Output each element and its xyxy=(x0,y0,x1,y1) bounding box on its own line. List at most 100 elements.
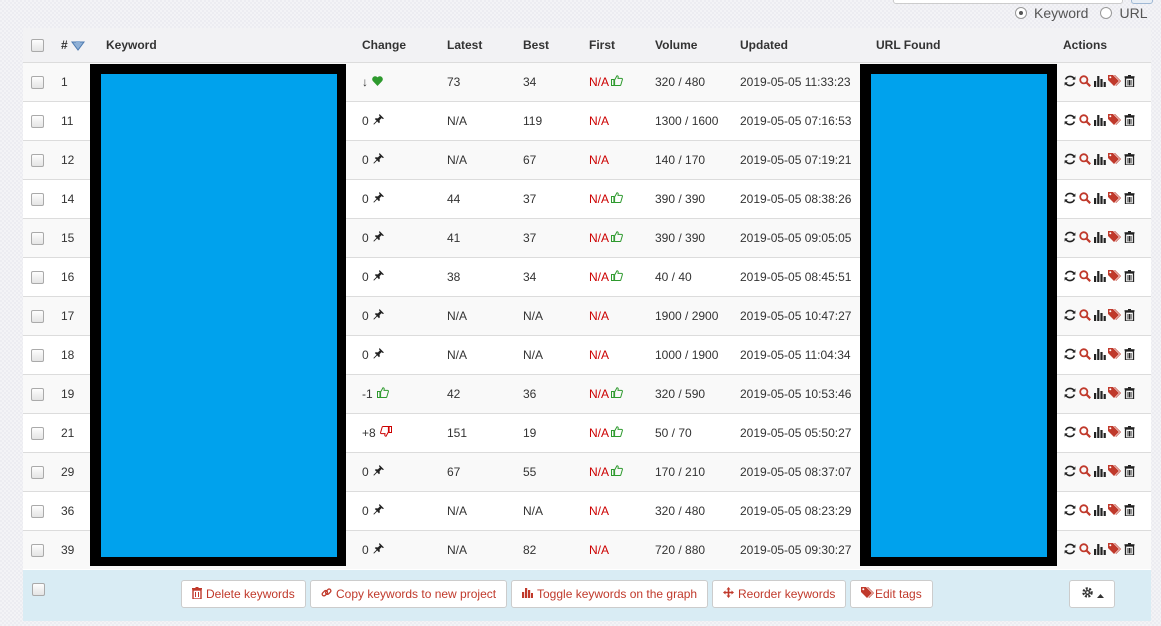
settings-dropdown-button[interactable] xyxy=(1069,580,1115,608)
search-icon[interactable] xyxy=(1078,425,1091,441)
radio-keyword-circle[interactable] xyxy=(1015,7,1027,19)
top-search-input[interactable] xyxy=(893,0,1123,4)
header-first[interactable]: First xyxy=(589,28,655,63)
tag-icon[interactable] xyxy=(1108,113,1121,129)
trash-icon[interactable] xyxy=(1123,425,1136,441)
header-num[interactable]: # xyxy=(53,28,106,63)
search-icon[interactable] xyxy=(1078,74,1091,90)
refresh-icon[interactable] xyxy=(1063,348,1076,363)
row-checkbox[interactable] xyxy=(31,271,44,285)
edit-tags-button[interactable]: Edit tags xyxy=(850,580,933,608)
bar-chart-icon[interactable] xyxy=(1093,153,1106,168)
search-icon[interactable] xyxy=(1078,152,1091,168)
select-all-checkbox[interactable] xyxy=(31,39,44,53)
refresh-icon[interactable] xyxy=(1063,504,1076,519)
trash-icon[interactable] xyxy=(1123,191,1136,207)
row-checkbox[interactable] xyxy=(31,505,44,519)
search-icon[interactable] xyxy=(1078,347,1091,363)
search-icon[interactable] xyxy=(1078,308,1091,324)
sort-down-icon[interactable] xyxy=(70,40,85,51)
reorder-keywords-button[interactable]: Reorder keywords xyxy=(712,580,847,608)
search-icon[interactable] xyxy=(1078,113,1091,129)
row-checkbox[interactable] xyxy=(31,310,44,324)
header-updated[interactable]: Updated xyxy=(740,28,876,63)
tag-icon[interactable] xyxy=(1108,74,1121,90)
bar-chart-icon[interactable] xyxy=(1093,465,1106,480)
bar-chart-icon[interactable] xyxy=(1093,348,1106,363)
trash-icon[interactable] xyxy=(1123,386,1136,402)
search-icon[interactable] xyxy=(1078,230,1091,246)
tag-icon[interactable] xyxy=(1108,152,1121,168)
refresh-icon[interactable] xyxy=(1063,387,1076,402)
refresh-icon[interactable] xyxy=(1063,114,1076,129)
search-icon[interactable] xyxy=(1078,269,1091,285)
tag-icon[interactable] xyxy=(1108,386,1121,402)
bar-chart-icon[interactable] xyxy=(1093,426,1106,441)
trash-icon[interactable] xyxy=(1123,74,1136,90)
search-icon[interactable] xyxy=(1078,386,1091,402)
trash-icon[interactable] xyxy=(1123,308,1136,324)
bar-chart-icon[interactable] xyxy=(1093,309,1106,324)
row-checkbox[interactable] xyxy=(31,466,44,480)
tag-icon[interactable] xyxy=(1108,269,1121,285)
toggle-graph-button[interactable]: Toggle keywords on the graph xyxy=(511,580,709,608)
bar-chart-icon[interactable] xyxy=(1093,231,1106,246)
search-icon[interactable] xyxy=(1078,542,1091,558)
header-url-found[interactable]: URL Found xyxy=(876,28,1063,63)
bar-chart-icon[interactable] xyxy=(1093,192,1106,207)
top-search-button[interactable] xyxy=(1131,0,1153,4)
refresh-icon[interactable] xyxy=(1063,465,1076,480)
search-icon[interactable] xyxy=(1078,503,1091,519)
row-checkbox[interactable] xyxy=(31,232,44,246)
row-checkbox[interactable] xyxy=(31,154,44,168)
row-checkbox[interactable] xyxy=(31,427,44,441)
bar-chart-icon[interactable] xyxy=(1093,114,1106,129)
trash-icon[interactable] xyxy=(1123,230,1136,246)
search-icon[interactable] xyxy=(1078,464,1091,480)
delete-keywords-button[interactable]: Delete keywords xyxy=(181,580,306,608)
row-checkbox[interactable] xyxy=(31,193,44,207)
refresh-icon[interactable] xyxy=(1063,153,1076,168)
header-best[interactable]: Best xyxy=(523,28,589,63)
row-checkbox[interactable] xyxy=(31,115,44,129)
header-volume[interactable]: Volume xyxy=(655,28,740,63)
trash-icon[interactable] xyxy=(1123,152,1136,168)
footer-select-all-checkbox[interactable] xyxy=(32,583,45,596)
trash-icon[interactable] xyxy=(1123,542,1136,558)
trash-icon[interactable] xyxy=(1123,347,1136,363)
search-icon[interactable] xyxy=(1078,191,1091,207)
refresh-icon[interactable] xyxy=(1063,426,1076,441)
header-keyword[interactable]: Keyword xyxy=(106,28,362,63)
radio-url[interactable]: URL xyxy=(1100,5,1147,21)
radio-keyword[interactable]: Keyword xyxy=(1015,5,1088,21)
tag-icon[interactable] xyxy=(1108,191,1121,207)
row-checkbox[interactable] xyxy=(31,349,44,363)
refresh-icon[interactable] xyxy=(1063,543,1076,558)
row-checkbox[interactable] xyxy=(31,76,44,90)
bar-chart-icon[interactable] xyxy=(1093,543,1106,558)
refresh-icon[interactable] xyxy=(1063,309,1076,324)
tag-icon[interactable] xyxy=(1108,230,1121,246)
copy-keywords-button[interactable]: Copy keywords to new project xyxy=(310,580,508,608)
tag-icon[interactable] xyxy=(1108,542,1121,558)
trash-icon[interactable] xyxy=(1123,269,1136,285)
tag-icon[interactable] xyxy=(1108,308,1121,324)
refresh-icon[interactable] xyxy=(1063,270,1076,285)
tag-icon[interactable] xyxy=(1108,425,1121,441)
tag-icon[interactable] xyxy=(1108,464,1121,480)
bar-chart-icon[interactable] xyxy=(1093,270,1106,285)
refresh-icon[interactable] xyxy=(1063,75,1076,90)
row-checkbox[interactable] xyxy=(31,544,44,558)
trash-icon[interactable] xyxy=(1123,113,1136,129)
bar-chart-icon[interactable] xyxy=(1093,504,1106,519)
bar-chart-icon[interactable] xyxy=(1093,75,1106,90)
header-change[interactable]: Change xyxy=(362,28,447,63)
row-checkbox[interactable] xyxy=(31,388,44,402)
refresh-icon[interactable] xyxy=(1063,231,1076,246)
tag-icon[interactable] xyxy=(1108,503,1121,519)
trash-icon[interactable] xyxy=(1123,503,1136,519)
tag-icon[interactable] xyxy=(1108,347,1121,363)
header-latest[interactable]: Latest xyxy=(447,28,523,63)
radio-url-circle[interactable] xyxy=(1100,7,1113,19)
trash-icon[interactable] xyxy=(1123,464,1136,480)
